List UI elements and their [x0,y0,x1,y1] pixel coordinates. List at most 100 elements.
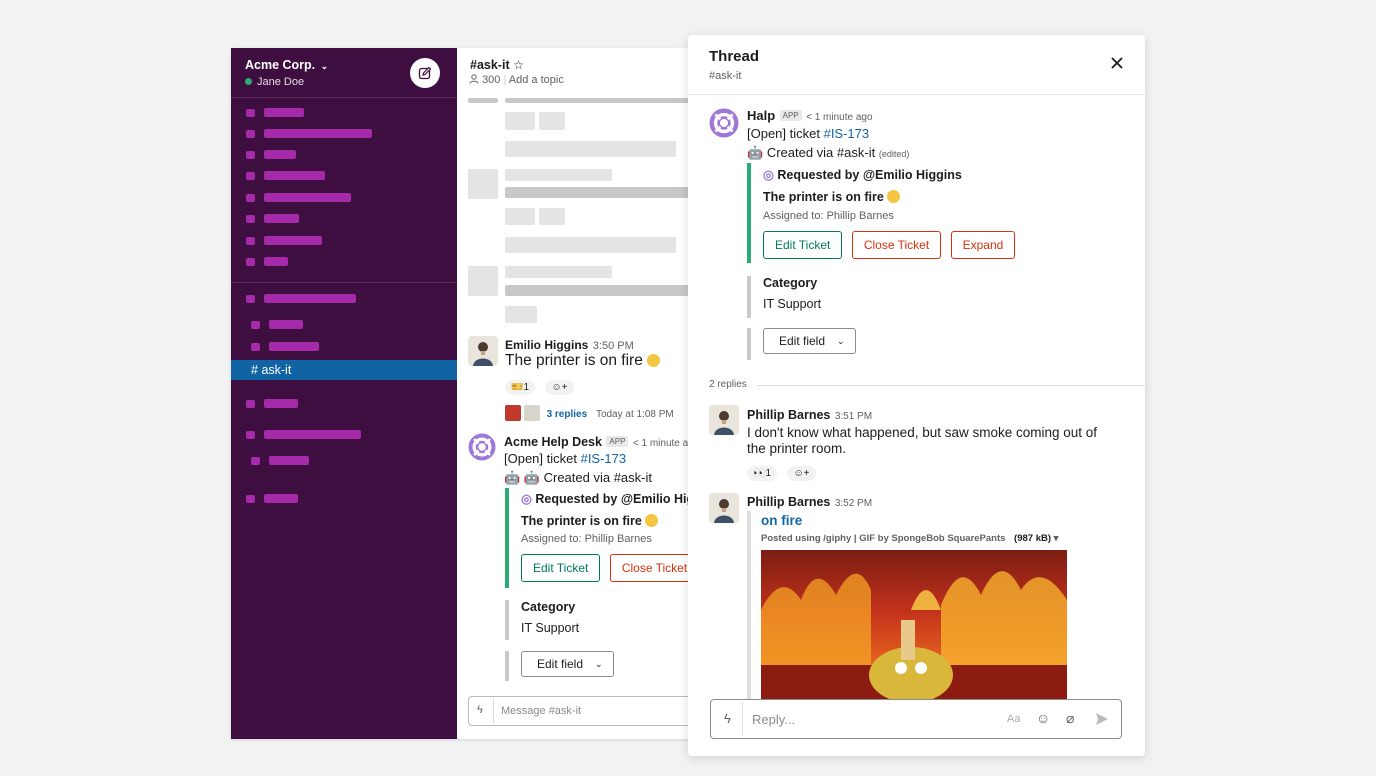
online-status-icon [245,78,252,85]
thread-panel: Thread #ask-it Halp APP < 1 minute ago [… [688,35,1145,756]
shortcuts-icon[interactable]: ϟ [477,704,483,716]
user-name: Jane Doe [257,76,305,88]
assigned-to: Assigned to: Phillip Barnes [763,210,894,222]
add-reaction-icon: ☺+ [793,468,810,479]
sidebar-item-icon [246,400,255,408]
sidebar-item-icon [246,215,255,223]
avatar[interactable] [709,493,739,523]
member-count[interactable]: 300 [482,74,500,86]
edit-field-select[interactable]: Edit field ⌄ [763,328,856,354]
sidebar-item-placeholder [264,430,361,439]
add-topic-link[interactable]: Add a topic [509,74,564,86]
category-label: Category [763,276,818,290]
message-author[interactable]: Emilio Higgins [505,338,588,352]
reply-author[interactable]: Phillip Barnes [747,408,830,422]
sidebar-item-placeholder [269,342,319,351]
requested-by: ◎ Requested by @Emilio Higgins [763,167,1017,182]
ticket-link[interactable]: #IS-173 [824,126,870,141]
edit-ticket-button[interactable]: Edit Ticket [763,231,843,259]
edit-field-select[interactable]: Edit field ⌄ [521,651,614,677]
attachment-icon[interactable]: ⌀ [1066,710,1074,727]
chevron-down-icon: ⌄ [318,61,329,71]
reaction-count: 1 [523,382,530,393]
add-reaction-button[interactable]: ☺+ [787,466,816,481]
category-value: IT Support [763,297,822,311]
eyes-emoji-icon: 👀 [753,468,766,479]
sidebar-item-icon [246,495,255,503]
reply-time[interactable]: 3:52 PM [835,498,872,509]
hash-icon: # [251,363,262,377]
message-body: The printer is on fire [505,352,661,370]
thread-ticket-line: [Open] ticket #IS-173 [747,126,869,141]
channel-title[interactable]: #ask-it ☆ [470,58,524,72]
sidebar-item-icon [246,151,255,159]
sidebar-item-placeholder [264,193,351,202]
reply-composer[interactable]: ϟ Reply... Aa ☺ ⌀ [710,699,1122,739]
formatting-button[interactable]: Aa [1007,713,1020,725]
message-composer[interactable]: ϟ Message #ask-it [468,696,701,726]
reaction-pill[interactable]: 🎫1 [505,380,536,395]
thread-channel[interactable]: #ask-it [709,70,741,82]
category-value: IT Support [521,621,580,635]
close-icon[interactable] [1107,53,1127,73]
members-icon[interactable] [469,74,479,84]
category-field: Category IT Support [505,600,579,640]
replies-count: 2 replies [709,379,747,390]
reply-time[interactable]: 3:51 PM [835,411,872,422]
created-text: Created via #ask-it [543,470,652,485]
app-message-author[interactable]: Acme Help Desk [504,435,602,449]
close-ticket-button[interactable]: Close Ticket [609,554,700,582]
sidebar-item-icon [246,237,255,245]
thread-ticket-attachment: ◎ Requested by @Emilio Higgins The print… [747,163,1017,263]
emoji-icon[interactable]: ☺ [1036,710,1050,726]
requested-by: ◎ Requested by @Emilio Higgins [521,491,701,506]
compose-button[interactable] [410,58,440,88]
ticket-link[interactable]: #IS-173 [581,451,627,466]
user-status: Jane Doe [245,76,304,88]
lifebuoy-icon [468,433,496,461]
shortcuts-icon[interactable]: ϟ [724,711,731,726]
workspace-header[interactable]: Acme Corp. ⌄ Jane Doe [231,48,457,98]
requested-text: Requested by @Emilio Higgins [777,168,962,182]
reaction-emoji-icon: 🎫 [511,382,524,393]
gif-attachment-bar [747,511,751,701]
halp-time[interactable]: < 1 minute ago [806,112,872,123]
edit-field-label: Edit field [779,334,826,348]
replies-link[interactable]: 3 replies [547,409,588,420]
send-icon[interactable] [1095,712,1109,726]
reaction-pill[interactable]: 👀1 [747,466,778,481]
message-time[interactable]: 3:50 PM [593,340,634,352]
halp-avatar[interactable] [709,108,739,138]
thread-created-line: 🤖 Created via #ask-it (edited) [747,145,909,161]
slack-window: Acme Corp. ⌄ Jane Doe # ask-it #ask-it ☆… [231,48,701,739]
workspace-name[interactable]: Acme Corp. ⌄ [245,58,328,72]
halp-author[interactable]: Halp [747,108,775,123]
halp-message-header: Halp APP < 1 minute ago [747,107,873,125]
gif-image[interactable] [761,550,1067,700]
expand-button[interactable]: Expand [950,231,1016,259]
sidebar-item-ask-it[interactable]: # ask-it [231,360,457,380]
ticket-attachment: ◎ Requested by @Emilio Higgins The print… [505,488,701,588]
message-text: The printer is on fire [505,352,643,369]
thread-header: Thread #ask-it [688,35,1145,95]
replies-time: Today at 1:08 PM [595,409,674,420]
thread-summary[interactable]: 3 replies Today at 1:08 PM [505,405,674,421]
reply-author[interactable]: Phillip Barnes [747,495,830,509]
ticket-title-text: The printer is on fire [763,190,884,204]
skeleton [468,266,498,296]
star-icon[interactable]: ☆ [513,58,524,72]
sidebar-item-placeholder [264,214,299,223]
helpdesk-avatar[interactable] [468,433,496,461]
skeleton [468,98,498,103]
avatar[interactable] [468,336,498,366]
sidebar-item-placeholder [264,294,356,303]
lifebuoy-icon [709,108,739,138]
avatar-image [473,342,493,366]
sidebar-item-icon [246,194,255,202]
close-ticket-button[interactable]: Close Ticket [851,231,942,259]
add-reaction-button[interactable]: ☺+ [545,380,574,395]
caret-icon[interactable]: ▾ [1054,533,1059,544]
gif-title-link[interactable]: on fire [761,513,802,528]
avatar[interactable] [709,405,739,435]
edit-ticket-button[interactable]: Edit Ticket [521,554,601,582]
